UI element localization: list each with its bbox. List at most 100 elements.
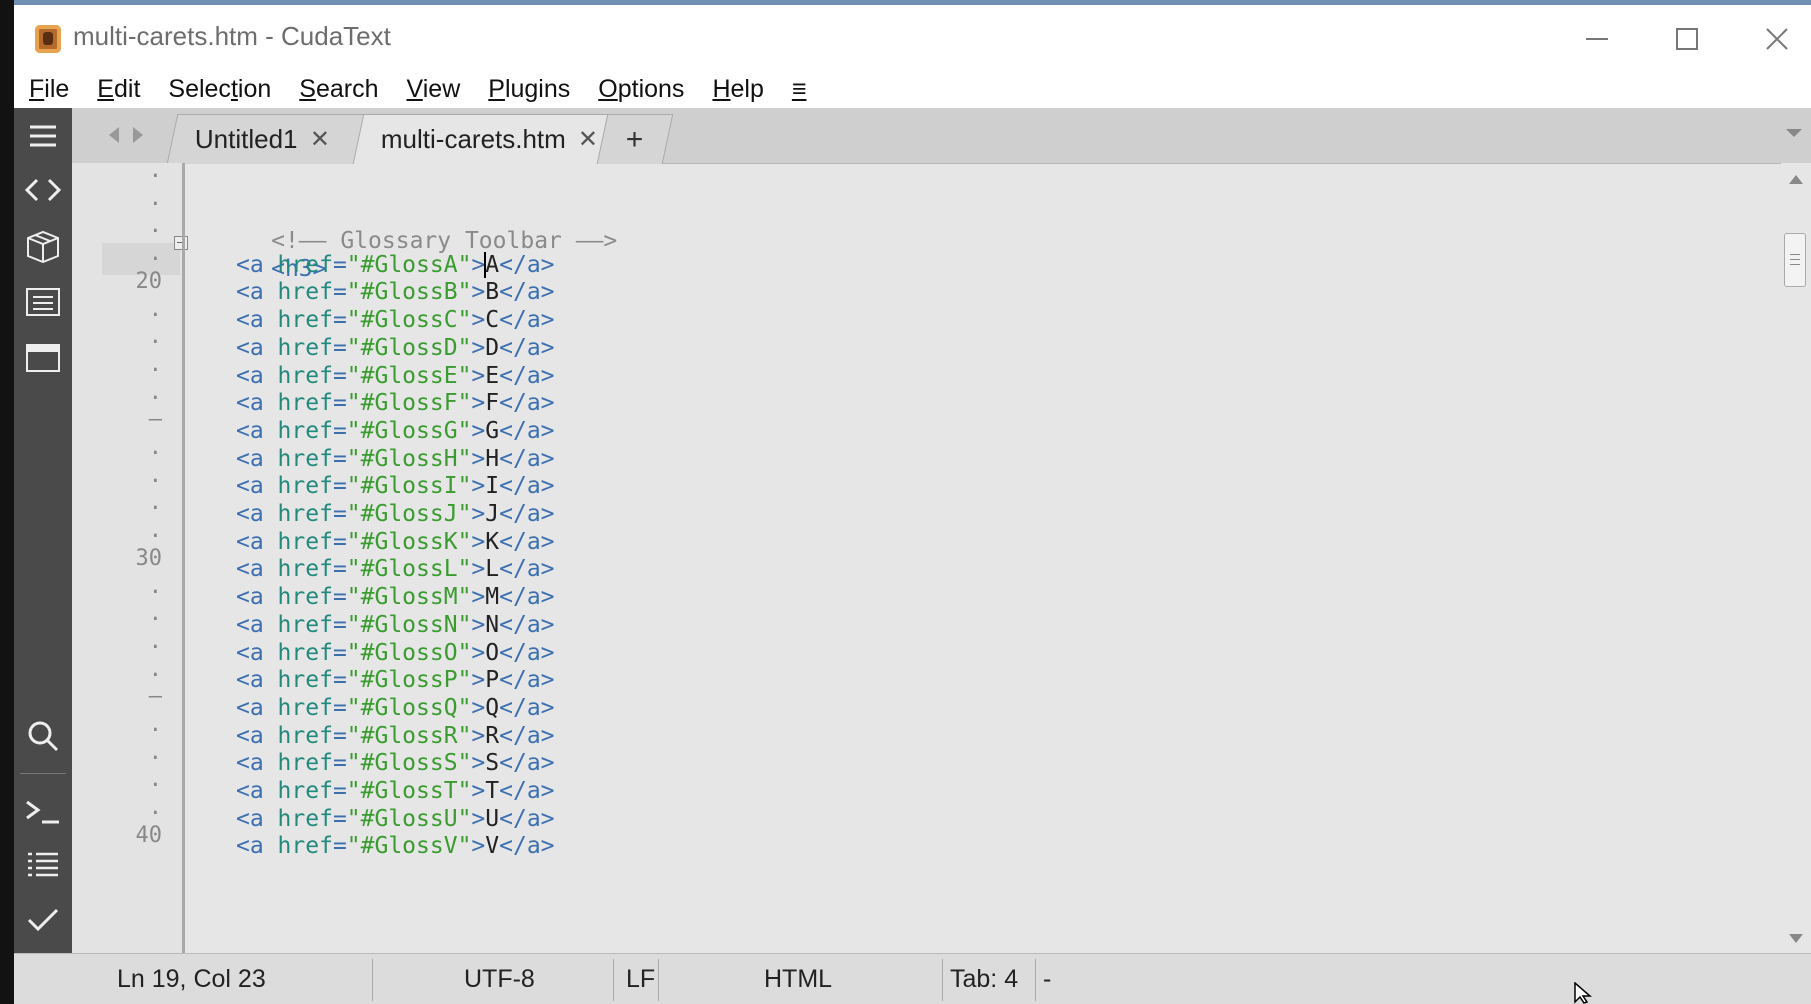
side-toolbar — [14, 108, 72, 953]
attr-equals: = — [332, 501, 347, 527]
list-panel-icon[interactable] — [14, 278, 72, 326]
tab-prev-icon[interactable] — [107, 126, 121, 144]
tab-next-icon[interactable] — [131, 126, 145, 144]
scroll-down-icon[interactable] — [1788, 933, 1804, 945]
menu-item-6[interactable]: Options — [598, 75, 684, 104]
menu-item-3[interactable]: Search — [299, 75, 378, 104]
tab-close-icon[interactable]: ✕ — [578, 125, 598, 154]
close-window-button[interactable] — [1742, 19, 1811, 59]
line-number: 40 — [135, 822, 163, 848]
attr-equals: = — [332, 556, 347, 583]
link-text: A — [485, 251, 500, 278]
attr-name: href — [277, 417, 333, 444]
attr-equals: = — [332, 584, 347, 611]
minimize-button[interactable] — [1562, 19, 1632, 59]
menu-item-1[interactable]: Edit — [97, 75, 140, 104]
tag-gt: > — [471, 833, 486, 860]
window-icon[interactable] — [14, 334, 72, 382]
tag-open: <a — [236, 778, 278, 804]
attr-value: "#GlossM" — [346, 584, 472, 611]
status-lexer[interactable]: HTML — [764, 954, 832, 1004]
tab-multi-carets[interactable]: multi-carets.htm ✕ — [352, 114, 612, 164]
code-editor[interactable]: <!—— Glossary Toolbar ——> <h3> <a href="… — [188, 163, 1781, 953]
status-line-ending[interactable]: LF — [626, 954, 655, 1004]
menu-icon[interactable] — [14, 112, 72, 160]
menu-mnemonic: ≡ — [791, 74, 807, 103]
line-number-gutter: .... 20.... –.... 30.... –.... 40 — [72, 163, 182, 953]
menu-mnemonic: V — [406, 74, 423, 103]
menu-item-4[interactable]: View — [407, 75, 461, 104]
tag-gt: > — [471, 611, 486, 638]
attr-equals: = — [332, 694, 347, 721]
status-separator — [658, 959, 659, 1001]
package-icon[interactable] — [14, 222, 72, 270]
link-text: B — [485, 279, 500, 306]
menu-mnemonic: E — [97, 74, 114, 103]
tag-gt: > — [471, 750, 486, 777]
search-icon[interactable] — [14, 712, 72, 760]
attr-value: "#GlossO" — [346, 639, 472, 666]
menu-item-0[interactable]: File — [29, 75, 69, 104]
attr-name: href — [277, 390, 333, 417]
minimize-icon — [1586, 38, 1608, 40]
tag-open: <a — [236, 417, 278, 444]
vertical-scrollbar[interactable] — [1781, 163, 1811, 953]
tag-close: </a> — [499, 251, 555, 278]
link-text: G — [485, 417, 500, 444]
link-text: F — [485, 390, 500, 417]
tab-bar: Untitled1 ✕ multi-carets.htm ✕ + — [72, 108, 1811, 164]
link-text: R — [485, 722, 500, 749]
menu-text: ptions — [617, 74, 685, 103]
tag-gt: > — [471, 778, 486, 804]
attr-value: "#GlossR" — [346, 722, 472, 749]
tag-close: </a> — [499, 584, 555, 611]
status-position[interactable]: Ln 19, Col 23 — [117, 954, 266, 1004]
attr-value: "#GlossL" — [346, 556, 472, 583]
fold-toggle-icon[interactable] — [174, 236, 188, 250]
code-icon[interactable] — [14, 166, 72, 214]
link-text: M — [485, 584, 500, 611]
tab-close-icon[interactable]: ✕ — [310, 125, 330, 154]
attr-equals: = — [332, 445, 347, 472]
menu-item-5[interactable]: Plugins — [488, 75, 570, 104]
attr-name: href — [277, 667, 333, 694]
attr-name: href — [277, 639, 333, 666]
tag-gt: > — [471, 639, 486, 666]
status-separator — [372, 959, 373, 1001]
app-window: multi-carets.htm - CudaText File Edit Sele… — [14, 0, 1811, 1004]
new-tab-button[interactable]: + — [596, 114, 674, 164]
tab-nav-arrows — [107, 126, 145, 144]
attr-name: href — [277, 473, 333, 500]
link-text: H — [485, 445, 500, 472]
scroll-up-icon[interactable] — [1788, 173, 1804, 185]
link-text: U — [485, 805, 500, 832]
menu-item-2[interactable]: Selection — [168, 75, 271, 104]
status-tab-size[interactable]: Tab: 4 — [950, 954, 1018, 1004]
list-icon[interactable] — [14, 841, 72, 889]
tag-gt: > — [471, 556, 486, 583]
menu-item-8[interactable]: ≡ — [792, 75, 807, 104]
attr-equals: = — [332, 750, 347, 777]
scrollbar-thumb[interactable] — [1784, 233, 1806, 287]
attr-name: href — [277, 445, 333, 472]
maximize-icon — [1676, 28, 1698, 50]
attr-name: href — [277, 501, 333, 527]
attr-name: href — [277, 307, 333, 334]
tag-open: <a — [236, 805, 278, 832]
tag-close: </a> — [499, 445, 555, 472]
attr-value: "#GlossB" — [346, 279, 472, 306]
link-text: K — [485, 528, 500, 555]
tag-close: </a> — [499, 750, 555, 777]
tag-open: <a — [236, 667, 278, 694]
console-icon[interactable] — [14, 788, 72, 836]
tag-close: </a> — [499, 805, 555, 832]
menu-item-7[interactable]: Help — [712, 75, 763, 104]
attr-name: href — [277, 805, 333, 832]
attr-equals: = — [332, 805, 347, 832]
maximize-button[interactable] — [1652, 19, 1722, 59]
check-icon[interactable] — [14, 896, 72, 944]
tag-gt: > — [471, 584, 486, 611]
tab-list-dropdown[interactable] — [1785, 126, 1803, 144]
link-text: Q — [485, 694, 500, 721]
status-encoding[interactable]: UTF-8 — [464, 954, 535, 1004]
